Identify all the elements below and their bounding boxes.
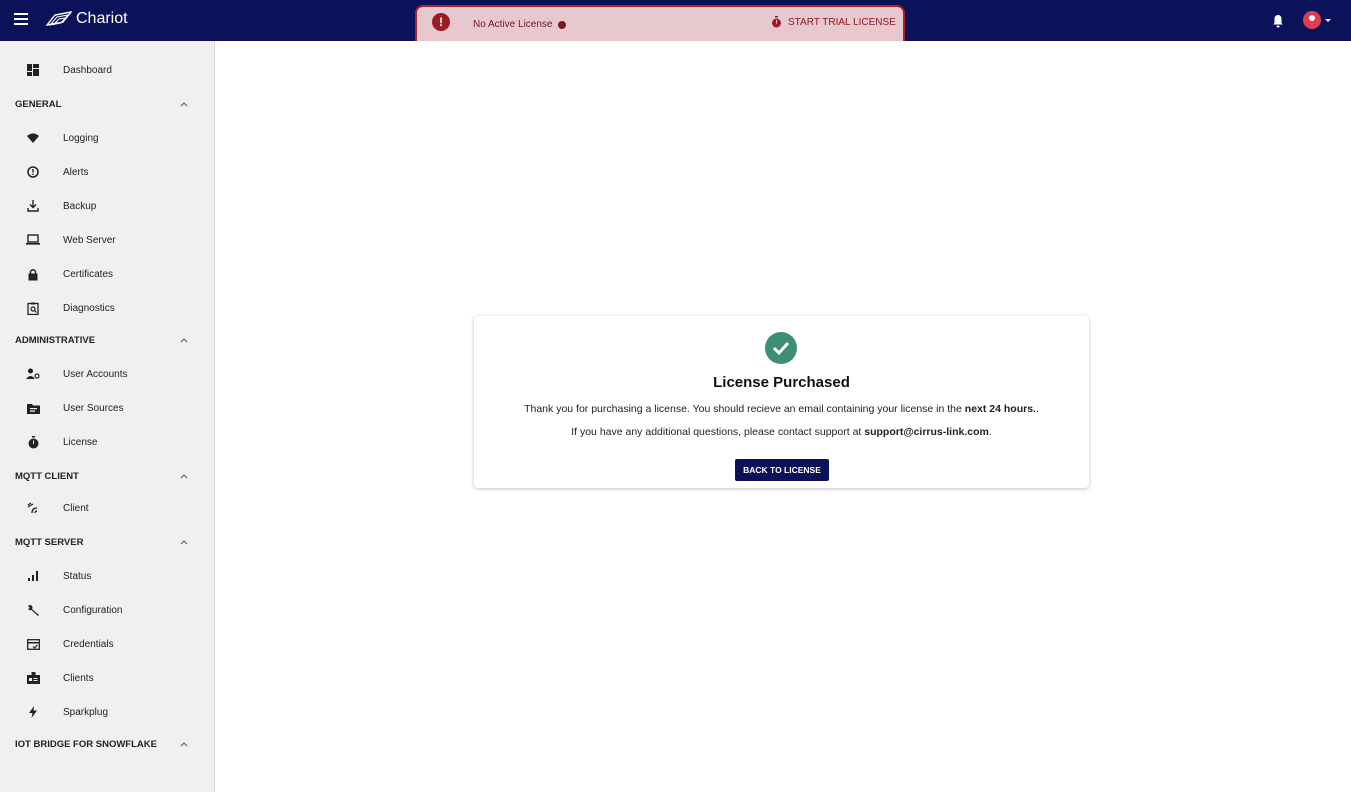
section-iot-bridge-for-snowflake[interactable]: IOT BRIDGE FOR SNOWFLAKE: [0, 727, 214, 761]
sidebar-item-license[interactable]: License: [0, 425, 214, 459]
sidebar-item-credentials[interactable]: Credentials: [0, 627, 214, 661]
section-mqtt-client[interactable]: MQTT CLIENT: [0, 459, 214, 493]
thank-you-message: Thank you for purchasing a license. You …: [474, 403, 1089, 415]
folder-icon: [26, 401, 40, 415]
check-circle-icon: [765, 332, 797, 364]
hamburger-menu-icon[interactable]: [14, 13, 28, 27]
card-check-icon: [26, 637, 40, 651]
sidebar-item-label: Alerts: [63, 166, 89, 178]
sidebar-item-certificates[interactable]: Certificates: [0, 257, 214, 291]
sidebar-item-label: Dashboard: [63, 64, 112, 76]
sidebar-item-sparkplug[interactable]: Sparkplug: [0, 695, 214, 729]
sidebar-item-label: Status: [63, 570, 92, 582]
support-email: support@cirrus-link.com: [864, 426, 989, 438]
lightning-icon: [26, 705, 40, 719]
stopwatch-icon: [26, 435, 40, 449]
notifications-bell-icon[interactable]: [1272, 14, 1284, 28]
license-banner: ! No Active License START TRIAL LICENSE: [415, 5, 905, 41]
section-general[interactable]: GENERAL: [0, 87, 214, 121]
sidebar-item-dashboard[interactable]: Dashboard: [0, 53, 214, 87]
info-icon[interactable]: [557, 20, 566, 29]
sidebar-item-label: Logging: [63, 132, 99, 144]
sidebar-item-label: Web Server: [63, 234, 116, 246]
section-label: ADMINISTRATIVE: [15, 334, 96, 346]
sidebar-item-status[interactable]: Status: [0, 559, 214, 593]
sidebar-item-label: Credentials: [63, 638, 114, 650]
signal-icon: [26, 501, 40, 515]
sidebar-item-label: Clients: [63, 672, 94, 684]
stopwatch-icon: [772, 16, 781, 28]
section-label: IOT BRIDGE FOR SNOWFLAKE: [15, 738, 157, 750]
top-app-bar: Chariot ! No Active License START TRIAL …: [0, 0, 1351, 41]
chevron-up-icon: [180, 540, 188, 545]
chevron-up-icon: [180, 102, 188, 107]
sidebar-item-logging[interactable]: Logging: [0, 121, 214, 155]
sidebar-item-user-accounts[interactable]: User Accounts: [0, 357, 214, 391]
back-to-license-button[interactable]: BACK TO LICENSE: [735, 459, 829, 481]
bar-chart-icon: [26, 569, 40, 583]
license-status: No Active License: [473, 19, 566, 30]
sidebar-item-diagnostics[interactable]: Diagnostics: [0, 291, 214, 325]
sidebar-item-label: User Sources: [63, 402, 124, 414]
wrench-icon: [26, 603, 40, 617]
sidebar-item-client[interactable]: Client: [0, 491, 214, 525]
app-name: Chariot: [76, 10, 128, 27]
sidebar-item-label: Configuration: [63, 604, 123, 616]
sidebar-item-alerts[interactable]: Alerts: [0, 155, 214, 189]
user-settings-icon: [26, 367, 40, 381]
wifi-icon: [26, 131, 40, 145]
start-trial-label: START TRIAL LICENSE: [788, 16, 896, 28]
alert-icon: !: [432, 13, 450, 31]
section-administrative[interactable]: ADMINISTRATIVE: [0, 323, 214, 357]
section-label: MQTT SERVER: [15, 536, 84, 548]
badge-icon: [26, 671, 40, 685]
chevron-up-icon: [180, 474, 188, 479]
laptop-icon: [26, 233, 40, 247]
message-text: Thank you for purchasing a license. You …: [524, 403, 965, 415]
sidebar-item-label: Certificates: [63, 268, 114, 280]
sidebar-item-label: Client: [63, 502, 89, 514]
sidebar-item-web-server[interactable]: Web Server: [0, 223, 214, 257]
card-title: License Purchased: [713, 374, 850, 391]
license-purchased-card: License Purchased Thank you for purchasi…: [474, 316, 1089, 488]
section-label: MQTT CLIENT: [15, 470, 79, 482]
alert-clock-icon: [26, 165, 40, 179]
message-emphasis: next 24 hours.: [964, 403, 1036, 415]
section-mqtt-server[interactable]: MQTT SERVER: [0, 525, 214, 559]
app-logo[interactable]: Chariot: [46, 10, 128, 28]
user-menu[interactable]: [1303, 11, 1331, 29]
sidebar-item-configuration[interactable]: Configuration: [0, 593, 214, 627]
caret-down-icon: [1325, 18, 1331, 22]
message-text-end: .: [1035, 403, 1039, 415]
start-trial-license-button[interactable]: START TRIAL LICENSE: [771, 16, 896, 28]
sidebar-item-label: Sparkplug: [63, 706, 109, 718]
avatar: [1303, 11, 1321, 29]
clipboard-search-icon: [26, 301, 40, 315]
message-text-end: .: [988, 426, 992, 438]
sidebar: Dashboard GENERAL Logging Alerts Backup …: [0, 41, 215, 792]
sidebar-item-backup[interactable]: Backup: [0, 189, 214, 223]
sidebar-item-label: Backup: [63, 200, 97, 212]
chariot-logo-icon: [46, 11, 72, 26]
sidebar-item-label: User Accounts: [63, 368, 128, 380]
dashboard-icon: [26, 63, 40, 77]
download-icon: [26, 199, 40, 213]
sidebar-item-user-sources[interactable]: User Sources: [0, 391, 214, 425]
lock-icon: [26, 267, 40, 281]
sidebar-item-label: License: [63, 436, 98, 448]
chevron-up-icon: [180, 338, 188, 343]
support-message: If you have any additional questions, pl…: [474, 426, 1089, 438]
license-status-text: No Active License: [473, 19, 553, 30]
section-label: GENERAL: [15, 98, 62, 110]
chevron-up-icon: [180, 742, 188, 747]
sidebar-item-label: Diagnostics: [63, 302, 115, 314]
message-text: If you have any additional questions, pl…: [571, 426, 865, 438]
sidebar-item-clients[interactable]: Clients: [0, 661, 214, 695]
